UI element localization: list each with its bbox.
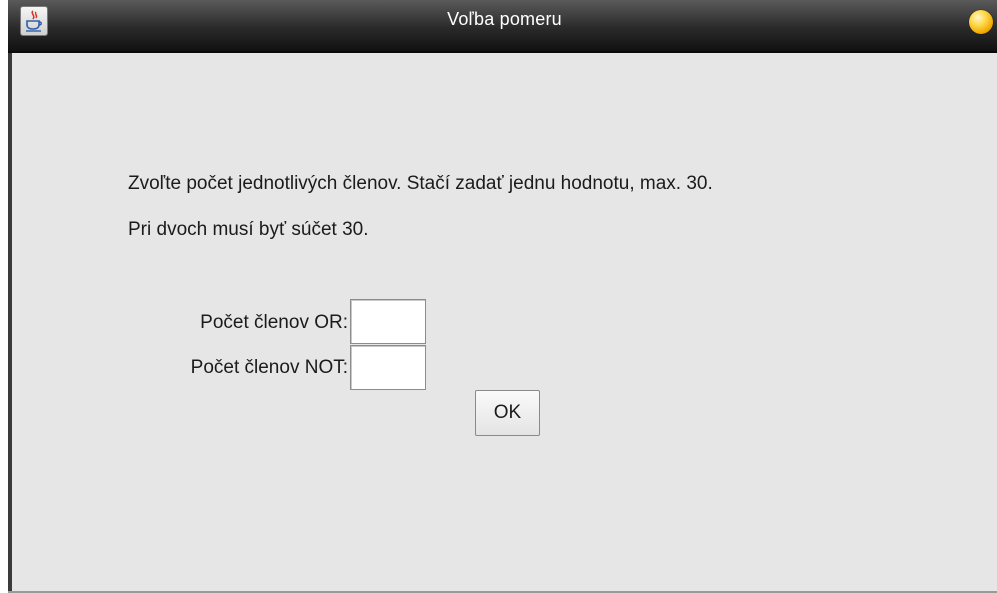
instruction-line-1: Zvoľte počet jednotlivých členov. Stačí … [128, 173, 713, 194]
ok-button[interactable]: OK [475, 390, 540, 436]
dialog-window: Voľba pomeru Zvoľte počet jednotlivých č… [8, 0, 997, 593]
status-orb-icon[interactable] [969, 10, 993, 34]
instruction-line-2: Pri dvoch musí byť súčet 30. [128, 219, 369, 240]
not-count-label: Počet členov NOT: [190, 357, 348, 378]
title-bar[interactable]: Voľba pomeru [8, 0, 997, 53]
window-title: Voľba pomeru [447, 9, 562, 29]
or-count-label: Počet členov OR: [200, 312, 348, 333]
or-count-input[interactable] [350, 299, 426, 344]
not-count-input[interactable] [350, 345, 426, 390]
